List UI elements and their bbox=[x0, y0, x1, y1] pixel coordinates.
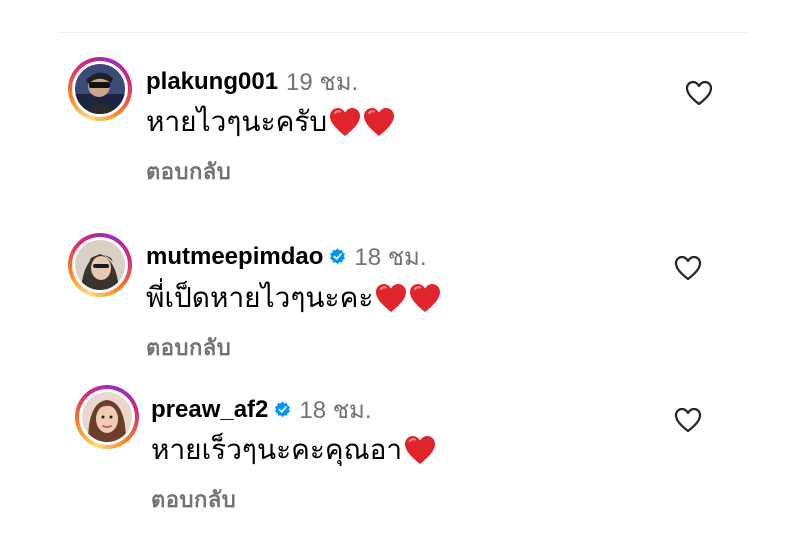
comment-text-row: พี่เป็ดหายไวๆนะคะ bbox=[146, 276, 441, 320]
like-heart-icon[interactable] bbox=[674, 407, 702, 433]
red-heart-emoji-icon bbox=[404, 435, 436, 465]
username-link[interactable]: mutmeepimdao bbox=[146, 243, 323, 271]
avatar-story-ring[interactable] bbox=[75, 385, 139, 449]
verified-badge-icon bbox=[329, 248, 346, 265]
verified-badge-icon bbox=[274, 401, 291, 418]
avatar-story-ring[interactable] bbox=[68, 233, 132, 297]
like-heart-icon[interactable] bbox=[674, 255, 702, 281]
comment-timestamp: 18 ชม. bbox=[354, 244, 427, 271]
avatar bbox=[75, 240, 125, 290]
comment-timestamp: 18 ชม. bbox=[299, 397, 372, 424]
red-heart-emoji-icon bbox=[375, 283, 407, 313]
username-link[interactable]: preaw_af2 bbox=[151, 396, 268, 424]
avatar bbox=[82, 392, 132, 442]
reply-button[interactable]: ตอบกลับ bbox=[146, 154, 231, 189]
comment-text-row: หายเร็วๆนะคะคุณอา bbox=[151, 428, 436, 472]
reply-button[interactable]: ตอบกลับ bbox=[146, 330, 231, 365]
red-heart-emoji-icon bbox=[409, 283, 441, 313]
comment-text: พี่เป็ดหายไวๆนะคะ bbox=[146, 282, 374, 313]
comment-text: หายเร็วๆนะคะคุณอา bbox=[151, 434, 403, 465]
reply-button[interactable]: ตอบกลับ bbox=[151, 482, 236, 517]
comment-item: preaw_af2 18 ชม. หายเร็วๆนะคะคุณอา ตอบกล… bbox=[0, 0, 800, 512]
